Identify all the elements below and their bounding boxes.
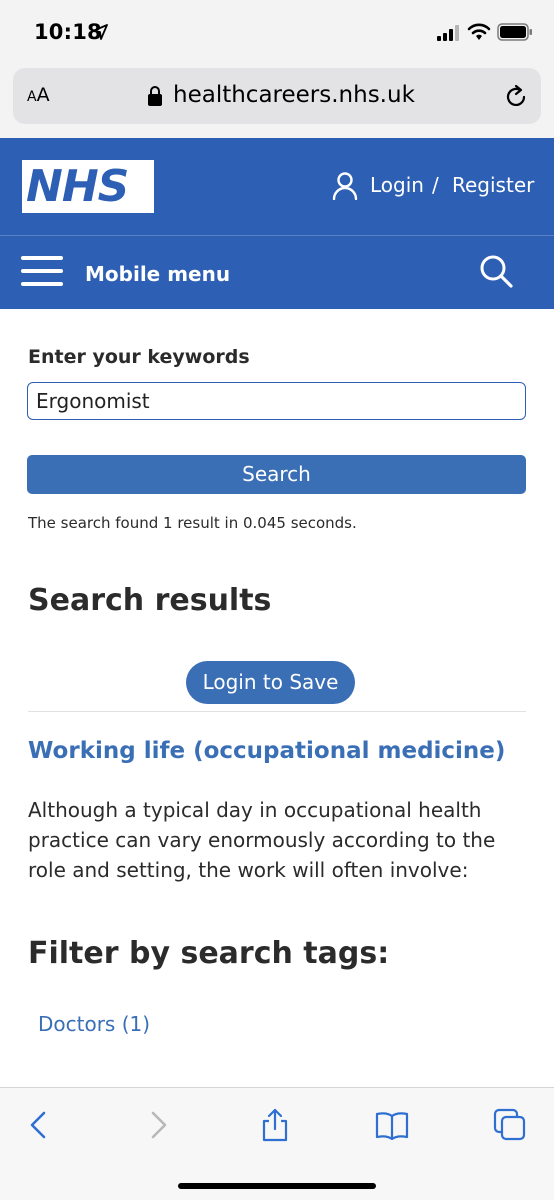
battery-icon [497,23,532,41]
wifi-icon [467,23,491,40]
register-link[interactable]: Register [452,173,534,197]
login-link[interactable]: Login [370,173,424,197]
result-title-link[interactable]: Working life (occupational medicine) [28,738,505,764]
home-indicator [178,1183,376,1189]
site-header: NHS Login / Register [0,138,554,235]
keywords-input[interactable] [27,382,526,420]
text-size-button[interactable]: AA [27,84,50,106]
login-to-save-button[interactable]: Login to Save [186,661,355,704]
search-summary: The search found 1 result in 0.045 secon… [28,514,357,532]
hamburger-menu-icon[interactable] [21,256,63,288]
login-separator: / [432,173,439,197]
share-icon[interactable] [258,1108,292,1142]
user-icon[interactable] [332,172,358,200]
search-button[interactable]: Search [27,455,526,494]
forward-icon[interactable] [141,1108,175,1142]
keywords-label: Enter your keywords [28,346,250,368]
reload-icon[interactable] [503,84,529,110]
url-text[interactable]: healthcareers.nhs.uk [173,82,415,108]
browser-address-area: AA healthcareers.nhs.uk [0,66,554,138]
divider [28,711,526,712]
filter-tag-link[interactable]: Doctors (1) [38,1012,150,1036]
search-results-heading: Search results [28,583,272,618]
mobile-menu-label[interactable]: Mobile menu [85,262,230,286]
browser-toolbar [0,1087,554,1200]
result-description: Although a typical day in occupational h… [28,798,496,882]
tabs-icon[interactable] [493,1108,527,1142]
nhs-logo[interactable]: NHS [22,160,154,213]
filter-heading: Filter by search tags: [28,936,390,971]
lock-icon [148,86,162,106]
bookmarks-icon[interactable] [375,1108,409,1142]
mobile-menu-bar: Mobile menu [0,235,554,309]
status-bar: 10:18 [0,0,554,66]
search-icon[interactable] [479,254,513,288]
cellular-signal-icon [437,25,459,41]
location-arrow-icon [92,24,108,40]
back-icon[interactable] [22,1108,56,1142]
address-bar[interactable]: AA healthcareers.nhs.uk [13,68,541,124]
